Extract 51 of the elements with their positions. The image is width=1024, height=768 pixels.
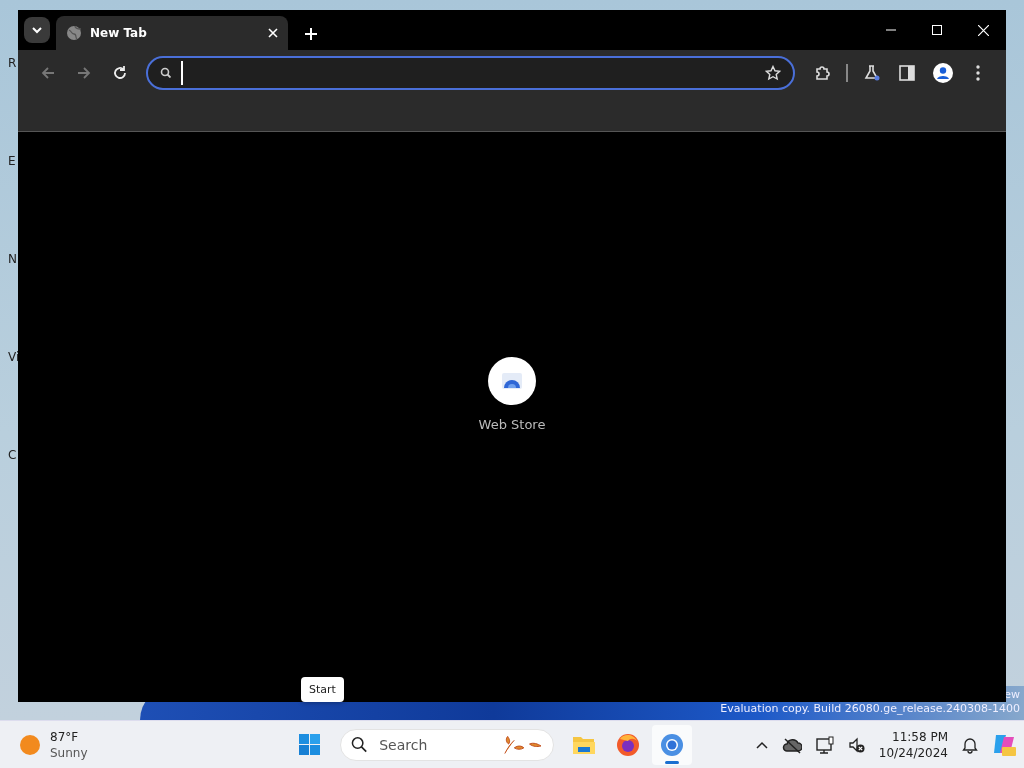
clock[interactable]: 11:58 PM 10/24/2024	[878, 728, 948, 761]
shortcut-tile[interactable]: Web Store	[478, 356, 546, 432]
search-field[interactable]: Search	[377, 735, 492, 754]
taskbar-app-button[interactable]	[652, 724, 692, 765]
search-icon	[351, 736, 368, 753]
chevron-up-icon	[755, 739, 768, 750]
shortcut-label: Web Store	[478, 416, 546, 432]
desktop-icon-label: R	[8, 56, 18, 70]
copilot-button[interactable]	[992, 732, 1016, 757]
sun-icon	[20, 734, 40, 755]
show-hidden-icons-button[interactable]	[755, 739, 768, 750]
copilot-icon	[992, 732, 1016, 757]
browser-tab[interactable]: New Tab	[56, 16, 288, 50]
network-button[interactable]	[815, 735, 834, 754]
start-tooltip: Start	[301, 677, 344, 702]
weather-condition-label: Sunny	[50, 744, 88, 761]
onedrive-button[interactable]	[781, 735, 802, 754]
watermark-text: Evaluation copy. Build 26080.ge_release.240308-1400	[720, 702, 1020, 716]
desktop-icon-label: C	[8, 448, 18, 462]
volume-button[interactable]	[847, 736, 865, 753]
reload-icon	[111, 63, 129, 82]
chromium-logo-icon	[660, 732, 684, 757]
temperature-label: 87°F	[50, 728, 80, 745]
more-vertical-icon	[976, 64, 981, 81]
tab-search-button[interactable]	[24, 17, 50, 43]
address-bar[interactable]	[146, 55, 795, 90]
avatar-icon	[932, 62, 953, 83]
chevron-down-icon	[31, 25, 43, 35]
puzzle-icon	[814, 64, 831, 81]
network-icon	[815, 735, 834, 754]
desktop-icon-label: Vi	[8, 350, 18, 364]
flask-icon	[863, 64, 881, 81]
firefox-logo-icon	[616, 732, 640, 757]
new-tab-button[interactable]	[304, 27, 318, 41]
bell-icon	[962, 735, 978, 754]
search-bar[interactable]: Search	[340, 728, 554, 761]
close-icon	[268, 28, 278, 38]
notifications-button[interactable]	[962, 735, 978, 754]
windows-logo-icon	[298, 732, 322, 757]
desktop-icon-label: E	[8, 154, 17, 168]
plus-icon	[304, 27, 318, 41]
speaker-muted-icon	[847, 736, 865, 753]
globe-icon	[66, 25, 82, 41]
side-panel-icon	[899, 64, 916, 81]
maximize-icon	[932, 25, 942, 35]
close-icon	[977, 24, 989, 36]
weather-widget[interactable]: 87°F Sunny	[20, 728, 290, 761]
search-icon	[160, 67, 171, 78]
desktop-icon-label: N	[8, 252, 18, 266]
cloud-off-icon	[781, 735, 802, 754]
star-icon	[764, 64, 781, 81]
